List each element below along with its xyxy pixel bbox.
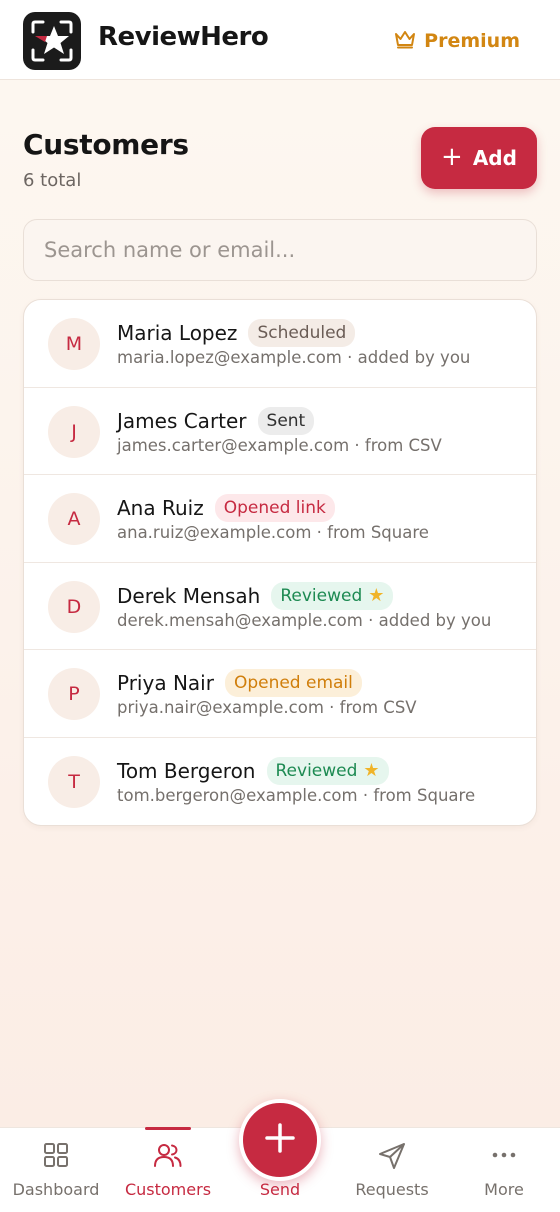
status-badge: Reviewed ★ — [266, 756, 389, 785]
customer-email: ana.ruiz@example.com — [117, 523, 312, 543]
name-line: Derek Mensah Reviewed ★ — [117, 581, 394, 610]
status-badge: Reviewed ★ — [271, 581, 394, 610]
customer-list: M Maria Lopez Scheduled maria.lopez@example… — [23, 299, 537, 826]
name-line: James Carter Sent — [117, 406, 315, 435]
customer-row[interactable]: P Priya Nair Opened email priya.nair@exampl… — [24, 650, 536, 738]
search-input[interactable] — [23, 219, 537, 281]
customer-name: Derek Mensah — [117, 583, 261, 608]
avatar: J — [48, 405, 100, 458]
customer-row[interactable]: T Tom Bergeron Reviewed ★ tom.bergeron@examp… — [24, 738, 536, 825]
avatar: P — [48, 668, 100, 721]
plus-icon — [264, 1122, 296, 1158]
crown-icon — [394, 29, 416, 54]
name-line: Tom Bergeron Reviewed ★ — [117, 756, 389, 785]
customer-source: added by you — [357, 348, 471, 367]
separator: · — [357, 785, 374, 805]
separator: · — [341, 348, 358, 367]
customer-source: from Square — [373, 785, 476, 805]
customer-details: priya.nair@example.com · from CSV — [117, 698, 417, 717]
status-label: Reviewed — [280, 585, 363, 606]
avatar: M — [48, 318, 100, 370]
customer-details: tom.bergeron@example.com · from Square — [117, 786, 475, 805]
avatar: A — [48, 493, 100, 546]
customer-source: from Square — [327, 523, 429, 543]
name-line: Ana Ruiz Opened link — [117, 494, 335, 523]
app-header: ReviewHero Premium — [0, 0, 560, 80]
status-badge: Opened email — [224, 669, 362, 698]
name-line: Maria Lopez Scheduled — [117, 319, 356, 347]
customer-source: from CSV — [364, 435, 442, 455]
nav-dashboard[interactable]: Dashboard — [0, 1128, 112, 1212]
customer-email: priya.nair@example.com — [117, 698, 324, 718]
nav-customers-label: Customers — [124, 1180, 212, 1199]
nav-more-label: More — [484, 1180, 524, 1199]
status-badge: Scheduled — [248, 319, 356, 347]
nav-dashboard-label: Dashboard — [12, 1180, 100, 1199]
send-fab-button[interactable] — [239, 1099, 321, 1181]
add-label: Add — [472, 146, 517, 170]
status-label: Scheduled — [257, 323, 347, 343]
brand-name: ReviewHero — [98, 22, 269, 52]
status-label: Opened link — [223, 498, 326, 519]
avatar: D — [48, 580, 100, 633]
status-badge: Sent — [257, 406, 315, 435]
premium-button[interactable]: Premium — [394, 27, 520, 55]
customer-row[interactable]: D Derek Mensah Reviewed ★ derek.mensah@examp… — [24, 563, 536, 651]
nav-requests[interactable]: Requests — [336, 1128, 448, 1212]
status-label: Opened email — [233, 673, 353, 694]
plus-icon: + — [441, 142, 463, 172]
customer-row[interactable]: M Maria Lopez Scheduled maria.lopez@example… — [24, 300, 536, 388]
separator: · — [311, 523, 328, 543]
nav-requests-label: Requests — [355, 1180, 429, 1199]
customer-details: derek.mensah@example.com · added by you — [117, 611, 491, 630]
star-icon: ★ — [368, 584, 385, 606]
customer-details: ana.ruiz@example.com · from Square — [117, 523, 429, 542]
customer-source: from CSV — [339, 698, 417, 718]
customer-email: tom.bergeron@example.com — [117, 785, 358, 805]
customer-row[interactable]: J James Carter Sent james.carter@example.co… — [24, 388, 536, 476]
star-icon: ★ — [363, 759, 380, 781]
customer-details: maria.lopez@example.com · added by you — [117, 348, 470, 367]
grid-icon — [43, 1142, 69, 1172]
status-label: Sent — [266, 410, 306, 431]
nav-more[interactable]: More — [448, 1128, 560, 1212]
customer-name: Maria Lopez — [117, 321, 238, 345]
customer-count: 6 total — [23, 170, 82, 191]
send-plane-icon — [378, 1142, 406, 1174]
separator: · — [362, 610, 379, 630]
page-title: Customers — [23, 128, 189, 161]
customer-email: derek.mensah@example.com — [117, 610, 363, 630]
customer-name: Priya Nair — [117, 671, 214, 696]
customer-name: James Carter — [117, 408, 247, 433]
customer-name: Ana Ruiz — [117, 496, 204, 521]
more-dots-icon — [491, 1142, 517, 1172]
separator: · — [323, 698, 340, 718]
name-line: Priya Nair Opened email — [117, 669, 362, 698]
customer-details: james.carter@example.com · from CSV — [117, 436, 442, 455]
premium-label: Premium — [424, 30, 520, 52]
users-icon — [154, 1142, 182, 1172]
nav-customers[interactable]: Customers — [112, 1127, 224, 1212]
status-badge: Opened link — [214, 494, 335, 523]
status-label: Reviewed — [275, 760, 358, 781]
star-logo-icon — [23, 12, 81, 70]
separator: · — [349, 435, 365, 455]
add-customer-button[interactable]: + Add — [421, 127, 537, 189]
customer-email: maria.lopez@example.com — [117, 348, 342, 367]
customer-row[interactable]: A Ana Ruiz Opened link ana.ruiz@example.com… — [24, 475, 536, 563]
customer-source: added by you — [378, 610, 492, 630]
customer-email: james.carter@example.com — [117, 435, 350, 455]
nav-send-label: Send — [259, 1180, 301, 1199]
avatar: T — [48, 755, 100, 808]
customer-name: Tom Bergeron — [117, 758, 256, 783]
